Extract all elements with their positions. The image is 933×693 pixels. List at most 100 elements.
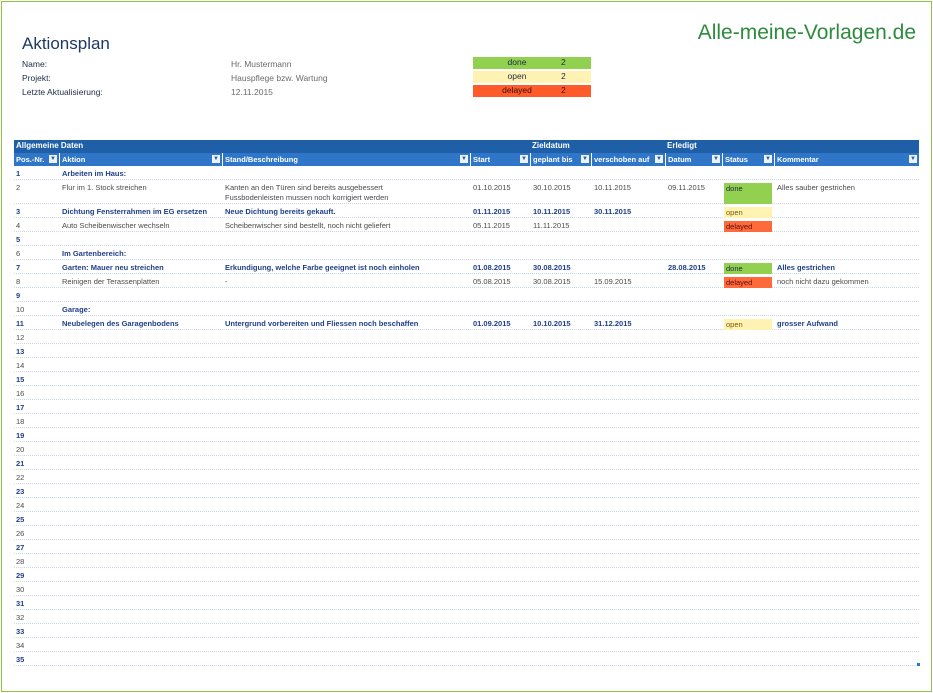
table-row[interactable]: 3 Dichtung Fensterrahmen im EG ersetzen Ne… bbox=[14, 204, 919, 218]
table-row[interactable]: 24 bbox=[14, 498, 919, 512]
cell-start[interactable]: 01.08.2015 bbox=[473, 263, 511, 272]
cell-desc[interactable]: Erkundigung, welche Farbe geeignet ist n… bbox=[225, 263, 420, 272]
status-badge[interactable]: delayed bbox=[724, 221, 772, 232]
col-comment[interactable]: Kommentar ▼ bbox=[775, 153, 919, 166]
cell-desc[interactable]: Kanten an den Türen sind bereits ausgebe… bbox=[225, 183, 383, 192]
col-start[interactable]: Start ▼ bbox=[471, 153, 531, 166]
table-row[interactable]: 26 bbox=[14, 526, 919, 540]
col-planned[interactable]: geplant bis ▼ bbox=[531, 153, 592, 166]
table-row[interactable]: 25 bbox=[14, 512, 919, 526]
cell-action[interactable]: Garage: bbox=[62, 305, 90, 314]
cell-action[interactable]: Arbeiten im Haus: bbox=[62, 169, 126, 178]
cell-action[interactable]: Dichtung Fensterrahmen im EG ersetzen bbox=[62, 207, 207, 216]
cell-desc[interactable]: Neue Dichtung bereits gekauft. bbox=[225, 207, 335, 216]
status-badge[interactable]: open bbox=[724, 207, 772, 218]
cell-desc[interactable]: Untergrund vorbereiten und Fliessen noch… bbox=[225, 319, 418, 328]
status-badge[interactable]: done bbox=[724, 263, 772, 274]
table-row[interactable]: 32 bbox=[14, 610, 919, 624]
table-row[interactable]: 5 bbox=[14, 232, 919, 246]
col-desc[interactable]: Stand/Beschreibung ▼ bbox=[223, 153, 471, 166]
cell-desc-line2[interactable]: Fussbodenleisten mussen noch korrigiert … bbox=[225, 193, 388, 202]
cell-postponed[interactable]: 31.12.2015 bbox=[594, 319, 632, 328]
table-row[interactable]: 27 bbox=[14, 540, 919, 554]
cell-comment[interactable]: noch nicht dazu gekommen bbox=[777, 277, 869, 286]
table-row[interactable]: 20 bbox=[14, 442, 919, 456]
cell-planned[interactable]: 30.08.2015 bbox=[533, 277, 571, 286]
col-pos[interactable]: Pos.-Nr. ▼ bbox=[14, 153, 60, 166]
col-status[interactable]: Status ▼ bbox=[723, 153, 775, 166]
cell-planned[interactable]: 30.08.2015 bbox=[533, 263, 571, 272]
table-row[interactable]: 2 Flur im 1. Stock streichen Kanten an den… bbox=[14, 180, 919, 204]
table-row[interactable]: 28 bbox=[14, 554, 919, 568]
cell-start[interactable]: 01.10.2015 bbox=[473, 183, 511, 192]
cell-start[interactable]: 01.09.2015 bbox=[473, 319, 511, 328]
cell-date[interactable]: 28.08.2015 bbox=[668, 263, 706, 272]
table-row[interactable]: 23 bbox=[14, 484, 919, 498]
name-value[interactable]: Hr. Mustermann bbox=[231, 59, 291, 69]
table-row[interactable]: 18 bbox=[14, 414, 919, 428]
cell-action[interactable]: Auto Scheibenwischer wechseln bbox=[62, 221, 170, 230]
table-row[interactable]: 17 bbox=[14, 400, 919, 414]
table-row[interactable]: 29 bbox=[14, 568, 919, 582]
status-badge[interactable]: delayed bbox=[724, 277, 772, 288]
table-row[interactable]: 22 bbox=[14, 470, 919, 484]
table-row[interactable]: 6 Im Gartenbereich: bbox=[14, 246, 919, 260]
table-row[interactable]: 33 bbox=[14, 624, 919, 638]
filter-dropdown-icon[interactable]: ▼ bbox=[712, 155, 720, 163]
col-action[interactable]: Aktion ▼ bbox=[60, 153, 223, 166]
cell-action[interactable]: Reinigen der Terassenplatten bbox=[62, 277, 159, 286]
col-date[interactable]: Datum ▼ bbox=[666, 153, 723, 166]
cell-comment[interactable]: Alles gestrichen bbox=[777, 263, 835, 272]
cell-start[interactable]: 01.11.2015 bbox=[473, 207, 510, 216]
table-row[interactable]: 34 bbox=[14, 638, 919, 652]
cell-start[interactable]: 05.08.2015 bbox=[473, 277, 511, 286]
filter-dropdown-icon[interactable]: ▼ bbox=[909, 155, 917, 163]
table-row[interactable]: 4 Auto Scheibenwischer wechseln Scheibenwi… bbox=[14, 218, 919, 232]
cell-comment[interactable]: grosser Aufwand bbox=[777, 319, 838, 328]
table-row[interactable]: 10 Garage: bbox=[14, 302, 919, 316]
table-row[interactable]: 1 Arbeiten im Haus: bbox=[14, 166, 919, 180]
cell-planned[interactable]: 10.10.2015 bbox=[533, 319, 571, 328]
brand-logo[interactable]: Alle-meine-Vorlagen.de bbox=[698, 21, 916, 45]
filter-dropdown-icon[interactable]: ▼ bbox=[764, 155, 772, 163]
cell-desc[interactable]: Scheibenwischer sind bestellt, noch nich… bbox=[225, 221, 391, 230]
cell-action[interactable]: Garten: Mauer neu streichen bbox=[62, 263, 164, 272]
cell-postponed[interactable]: 15.09.2015 bbox=[594, 277, 632, 286]
table-row[interactable]: 9 bbox=[14, 288, 919, 302]
cell-planned[interactable]: 30.10.2015 bbox=[533, 183, 571, 192]
table-row[interactable]: 19 bbox=[14, 428, 919, 442]
table-row[interactable]: 13 bbox=[14, 344, 919, 358]
table-row[interactable]: 8 Reinigen der Terassenplatten - 05.08.2015… bbox=[14, 274, 919, 288]
project-value[interactable]: Hauspflege bzw. Wartung bbox=[231, 73, 328, 83]
table-row[interactable]: 35 bbox=[14, 652, 919, 666]
table-row[interactable]: 15 bbox=[14, 372, 919, 386]
col-postponed[interactable]: verschoben auf ▼ bbox=[592, 153, 666, 166]
cell-start[interactable]: 05.11.2015 bbox=[473, 221, 510, 230]
filter-dropdown-icon[interactable]: ▼ bbox=[212, 155, 220, 163]
filter-dropdown-icon[interactable]: ▼ bbox=[581, 155, 589, 163]
table-row[interactable]: 30 bbox=[14, 582, 919, 596]
table-row[interactable]: 31 bbox=[14, 596, 919, 610]
cell-planned[interactable]: 10.11.2015 bbox=[533, 207, 570, 216]
filter-dropdown-icon[interactable]: ▼ bbox=[520, 155, 528, 163]
cell-planned[interactable]: 11.11.2015 bbox=[533, 221, 569, 230]
table-row[interactable]: 14 bbox=[14, 358, 919, 372]
table-row[interactable]: 16 bbox=[14, 386, 919, 400]
updated-value[interactable]: 12.11.2015 bbox=[231, 87, 273, 97]
table-row[interactable]: 11 Neubelegen des Garagenbodens Untergrund… bbox=[14, 316, 919, 330]
cell-postponed[interactable]: 30.11.2015 bbox=[594, 207, 631, 216]
cell-action[interactable]: Im Gartenbereich: bbox=[62, 249, 126, 258]
status-badge[interactable]: open bbox=[724, 319, 772, 330]
cell-comment[interactable]: Alles sauber gestrichen bbox=[777, 183, 855, 192]
table-row[interactable]: 12 bbox=[14, 330, 919, 344]
cell-action[interactable]: Flur im 1. Stock streichen bbox=[62, 183, 147, 192]
cell-postponed[interactable]: 10.11.2015 bbox=[594, 183, 631, 192]
cell-desc[interactable]: - bbox=[225, 277, 228, 286]
status-badge[interactable]: done bbox=[724, 183, 772, 204]
cell-action[interactable]: Neubelegen des Garagenbodens bbox=[62, 319, 179, 328]
cell-date[interactable]: 09.11.2015 bbox=[668, 183, 705, 192]
table-row[interactable]: 7 Garten: Mauer neu streichen Erkundigung,… bbox=[14, 260, 919, 274]
filter-dropdown-icon[interactable]: ▼ bbox=[655, 155, 663, 163]
table-row[interactable]: 21 bbox=[14, 456, 919, 470]
filter-dropdown-icon[interactable]: ▼ bbox=[460, 155, 468, 163]
